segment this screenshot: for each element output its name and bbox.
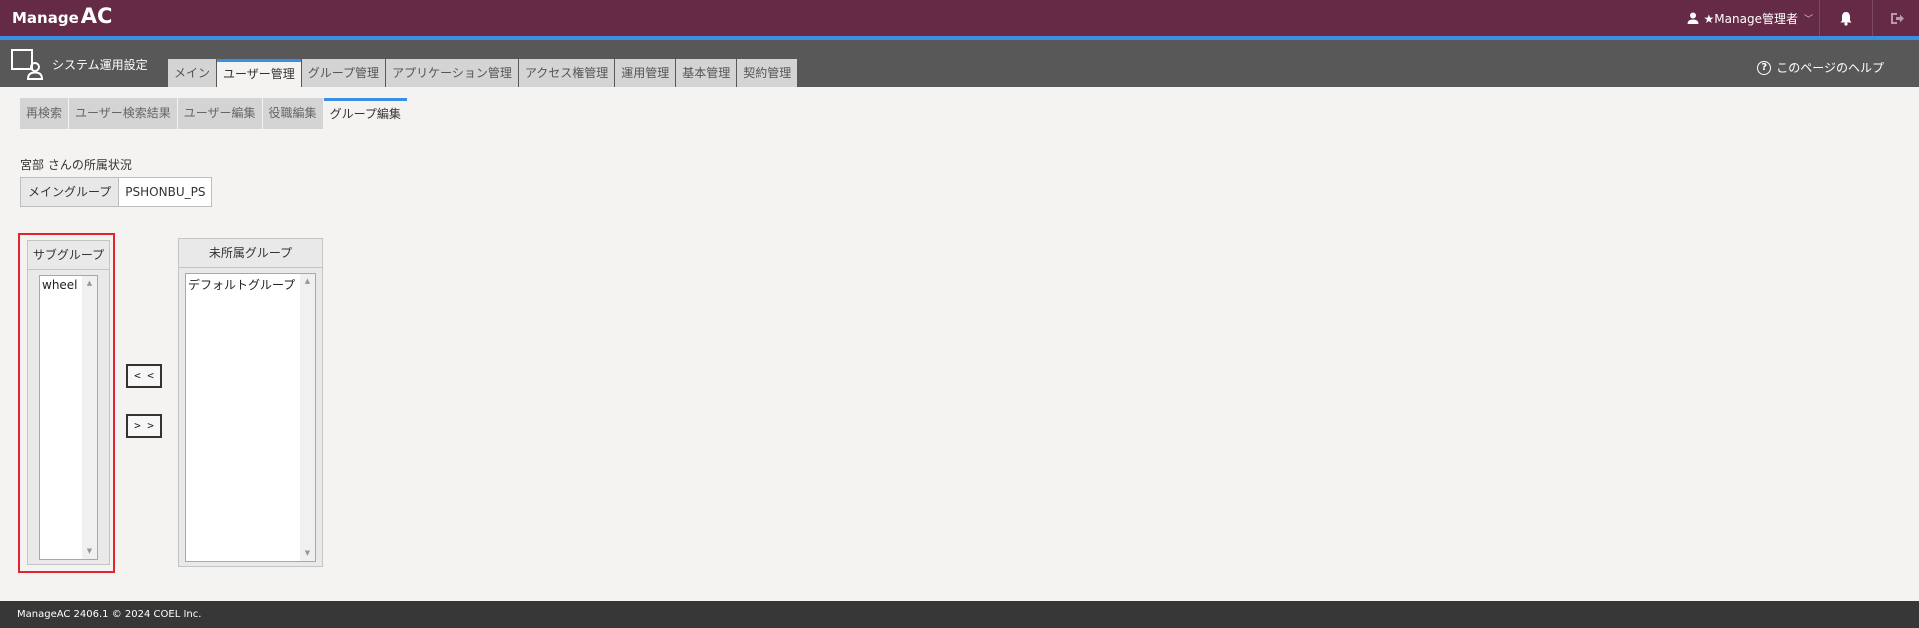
logo-text-manage: Manage (12, 9, 79, 27)
remove-from-subgroup-button[interactable]: > > (126, 414, 162, 438)
scroll-down-icon[interactable]: ▼ (300, 546, 315, 561)
section-title: システム運用設定 (52, 58, 148, 72)
scrollbar[interactable]: ▲ ▼ (300, 274, 315, 561)
highlight-box (18, 233, 115, 573)
logout-button[interactable] (1875, 0, 1919, 36)
user-icon (1687, 12, 1699, 24)
main-group-table: メイングループ PSHONBU_PS (20, 177, 213, 207)
tab-basic-management[interactable]: 基本管理 (676, 59, 737, 87)
tab-access-management[interactable]: アクセス権管理 (518, 59, 615, 87)
app-logo[interactable]: ManageAC (12, 4, 112, 28)
membership-status-label: 宮部 さんの所属状況 (20, 158, 132, 172)
unassigned-group-panel: 未所属グループ デフォルトグループ ▲ ▼ (178, 238, 323, 567)
tab-group-management[interactable]: グループ管理 (301, 59, 386, 87)
subtab-user-edit[interactable]: ユーザー編集 (177, 98, 262, 129)
tab-user-management[interactable]: ユーザー管理 (217, 59, 301, 87)
notification-button[interactable] (1819, 0, 1873, 36)
logo-text-ac: AC (80, 4, 113, 28)
subtab-research[interactable]: 再検索 (20, 98, 69, 129)
unassigned-group-listbox[interactable]: デフォルトグループ ▲ ▼ (185, 273, 316, 562)
main-group-label: メイングループ (21, 178, 120, 206)
subtab-user-search-results[interactable]: ユーザー検索結果 (69, 98, 177, 129)
help-label: このページのヘルプ (1776, 61, 1884, 75)
subtab-group-edit[interactable]: グループ編集 (323, 98, 407, 129)
sub-tabs: 再検索 ユーザー検索結果 ユーザー編集 役職編集 グループ編集 (20, 98, 408, 129)
user-name: ★Manage管理者 (1703, 11, 1798, 26)
unassigned-group-title: 未所属グループ (179, 239, 322, 268)
tab-contract-management[interactable]: 契約管理 (737, 59, 798, 87)
scroll-up-icon[interactable]: ▲ (300, 274, 315, 289)
main-navigation: システム運用設定 メイン ユーザー管理 グループ管理 アプリケーション管理 アク… (0, 40, 1919, 87)
tab-application-management[interactable]: アプリケーション管理 (386, 59, 518, 87)
logout-icon (1890, 12, 1904, 24)
help-icon: ? (1757, 60, 1772, 75)
list-item[interactable]: デフォルトグループ (186, 274, 315, 295)
top-header: ManageAC ★Manage管理者 ﹀ (0, 0, 1919, 40)
chevron-down-icon: ﹀ (1803, 14, 1813, 25)
tab-main[interactable]: メイン (168, 59, 217, 87)
main-tabs: メイン ユーザー管理 グループ管理 アプリケーション管理 アクセス権管理 運用管… (168, 59, 798, 87)
tab-operation-management[interactable]: 運用管理 (615, 59, 676, 87)
main-group-value: PSHONBU_PS (125, 185, 206, 199)
bell-icon (1840, 11, 1852, 26)
user-menu[interactable]: ★Manage管理者 ﹀ (1686, 0, 1813, 36)
add-to-subgroup-button[interactable]: < < (126, 364, 162, 388)
help-link[interactable]: ? このページのヘルプ (1757, 59, 1884, 76)
system-settings-icon (11, 49, 44, 80)
footer: ManageAC 2406.1 © 2024 COEL Inc. (0, 601, 1919, 628)
subtab-position-edit[interactable]: 役職編集 (262, 98, 323, 129)
